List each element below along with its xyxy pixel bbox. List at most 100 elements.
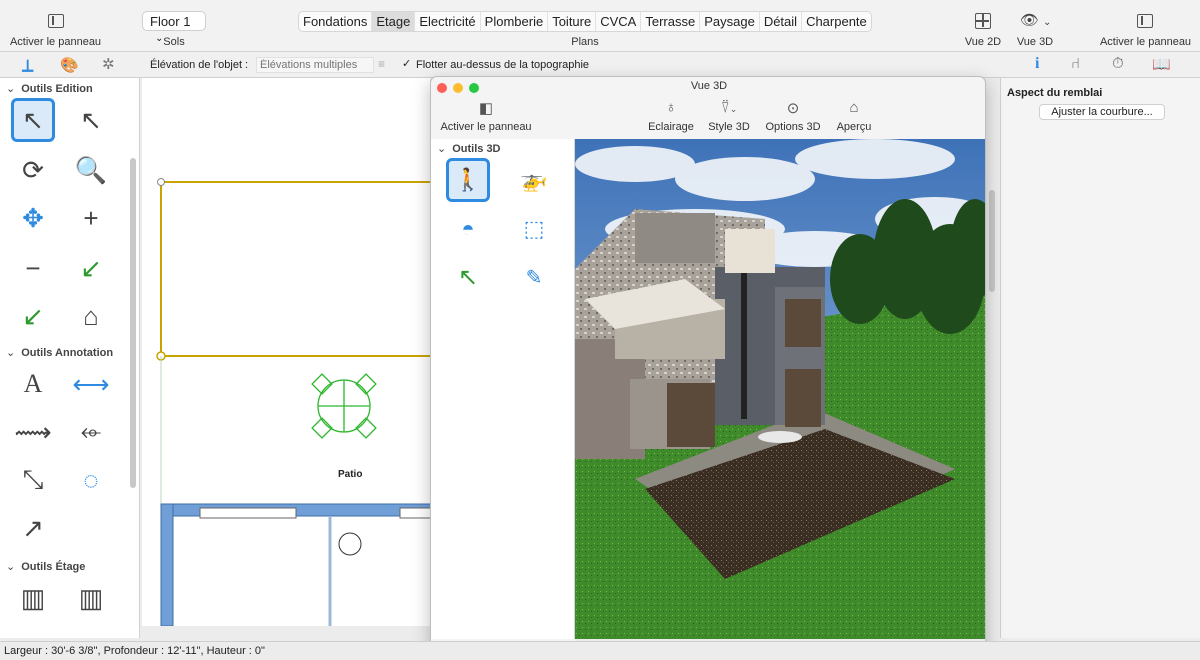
- right-panel-toggle-label[interactable]: Activer le panneau: [1098, 36, 1193, 48]
- move-hand-icon: ✥: [22, 202, 44, 233]
- section-3d-tools[interactable]: Outils 3D: [437, 142, 500, 155]
- arrow-icon: ↖: [22, 104, 44, 135]
- arrow-tool[interactable]: ↗: [11, 506, 55, 550]
- section-annotation-tools[interactable]: Outils Annotation: [6, 346, 113, 359]
- tools-scrollbar[interactable]: [130, 158, 136, 488]
- measure-tool[interactable]: ⤡: [11, 458, 55, 502]
- adjust-curvature-button[interactable]: Ajuster la courbure...: [1039, 104, 1165, 120]
- walker-icon: 🚶: [454, 167, 482, 192]
- bulb-icon: ♁: [665, 99, 677, 116]
- tab-fondations[interactable]: Fondations: [299, 12, 373, 31]
- chair-icon[interactable]: ⑁: [1071, 55, 1080, 72]
- tab-plomberie[interactable]: Plomberie: [481, 12, 549, 31]
- window-panel-label: Activer le panneau: [440, 121, 532, 133]
- dotted-circle-icon: ◌: [83, 464, 99, 495]
- style-3d-button[interactable]: ⍢⌄ Style 3D: [706, 99, 752, 133]
- tab-d-tail[interactable]: Détail: [760, 12, 803, 31]
- select-multi-tool[interactable]: ↖: [69, 98, 113, 142]
- pin-tool-icon[interactable]: ⟂: [22, 56, 33, 76]
- canvas-scrollbar[interactable]: [989, 190, 995, 292]
- floor-map-tool[interactable]: ▥: [11, 576, 55, 620]
- section-floor-tools[interactable]: Outils Étage: [6, 560, 85, 573]
- elevation-label: Élévation de l'objet :: [150, 59, 249, 71]
- view-2d-icon[interactable]: [975, 13, 991, 29]
- circle-dimension-tool[interactable]: ◌: [69, 458, 113, 502]
- right-panel-toggle-icon[interactable]: [1137, 14, 1153, 28]
- tab-cvca[interactable]: CVCA: [596, 12, 642, 31]
- map-icon: ▥: [20, 582, 46, 613]
- annotation-line-tool[interactable]: ⟿: [11, 410, 55, 454]
- left-panel-toggle-label[interactable]: Activer le panneau: [8, 36, 103, 48]
- plan-drawing: [156, 178, 430, 626]
- refresh-icon: ⟳: [22, 154, 44, 185]
- zoom-tool[interactable]: 🔍: [69, 148, 113, 192]
- plan-icon: ⬚: [523, 216, 545, 241]
- tab-toiture[interactable]: Toiture: [548, 12, 597, 31]
- green-arrow-select-icon: ↖: [457, 263, 479, 291]
- dimension-icon: ⟷: [72, 368, 110, 399]
- orbit-tool[interactable]: ◓: [446, 207, 490, 251]
- sidebar-icon: ◧: [478, 100, 494, 117]
- patio-table-symbol: [311, 373, 377, 439]
- tab-charpente[interactable]: Charpente: [802, 12, 871, 31]
- join-tool[interactable]: ↙: [11, 294, 55, 338]
- preview-button[interactable]: ⌂ Aperçu: [834, 99, 874, 133]
- house-tool[interactable]: ⌂: [69, 294, 113, 338]
- options-3d-button[interactable]: ⊙ Options 3D: [764, 99, 822, 133]
- float-checkbox-label[interactable]: Flotter au-dessus de la topographie: [416, 59, 589, 71]
- wall-plan: [160, 503, 430, 626]
- tab-etage[interactable]: Etage: [372, 12, 416, 31]
- annotation-box-tool[interactable]: ⬰: [69, 410, 113, 454]
- timer-icon[interactable]: ⏱: [1112, 55, 1124, 72]
- floor-select[interactable]: Floor 1 ⌄: [142, 11, 206, 44]
- tab-paysage[interactable]: Paysage: [700, 12, 760, 31]
- add-point-tool[interactable]: +: [69, 196, 113, 240]
- book-icon[interactable]: 📖: [1152, 55, 1171, 73]
- floorplan-3d-tool[interactable]: ⬚: [512, 207, 556, 251]
- lighting-button[interactable]: ♁ Eclairage: [646, 99, 696, 133]
- view-3d-label[interactable]: Vue 3D: [1014, 36, 1056, 48]
- tab-terrasse[interactable]: Terrasse: [641, 12, 701, 31]
- render-scene: [575, 139, 985, 639]
- tree-icon[interactable]: ✲: [102, 55, 115, 73]
- dimension-tool[interactable]: ⟷: [69, 362, 113, 406]
- walkthrough-tool[interactable]: 🚶: [446, 158, 490, 202]
- window-3d[interactable]: Vue 3D ◧ Activer le panneau ♁ Eclairage …: [430, 76, 986, 656]
- select-arrow-tool[interactable]: ↖: [11, 98, 55, 142]
- eye-icon[interactable]: 👁 ⌄: [1020, 11, 1051, 29]
- green-arrow-corner-icon: ↙: [22, 300, 44, 331]
- section-edit-tools[interactable]: Outils Edition: [6, 82, 93, 95]
- eyedropper-tool[interactable]: ✎: [512, 255, 556, 299]
- tab-electricit-[interactable]: Electricité: [415, 12, 481, 31]
- rotate-tool[interactable]: ⟳: [11, 148, 55, 192]
- palette-icon[interactable]: 🎨: [60, 56, 79, 74]
- main-toolbar: Activer le panneau Floor 1 ⌄ Sols Fondat…: [0, 0, 1200, 52]
- list-icon[interactable]: ≡: [378, 57, 385, 71]
- diagonal-arrow-icon: ↗: [22, 512, 44, 543]
- window-panel-button[interactable]: ◧ Activer le panneau: [439, 99, 533, 133]
- info-icon[interactable]: i: [1035, 55, 1039, 73]
- plan-canvas[interactable]: Patio: [142, 78, 430, 626]
- plus-dot-icon: +: [83, 202, 99, 233]
- window-title: Vue 3D: [690, 80, 728, 92]
- floor-select-value: Floor 1: [150, 14, 191, 29]
- eyedropper-icon: ✎: [525, 266, 543, 289]
- floor-map-add-tool[interactable]: ▥: [69, 576, 113, 620]
- minus-dot-icon: −: [25, 252, 41, 283]
- pan-tool[interactable]: ✥: [11, 196, 55, 240]
- render-viewport[interactable]: [575, 139, 985, 639]
- checkmark-icon[interactable]: ✓: [402, 57, 411, 70]
- tools-panel: Outils Edition ↖ ↖ ⟳ 🔍 ✥ + − ↙ ↙ ⌂ Outil…: [0, 78, 140, 638]
- left-panel-toggle-icon[interactable]: [48, 14, 64, 28]
- select-3d-tool[interactable]: ↖: [446, 255, 490, 299]
- view-2d-label[interactable]: Vue 2D: [962, 36, 1004, 48]
- remove-point-tool[interactable]: −: [11, 246, 55, 290]
- elevation-input[interactable]: [256, 57, 374, 73]
- home-icon: ⌂: [849, 99, 859, 116]
- break-line-tool[interactable]: ↙: [69, 246, 113, 290]
- plans-caption: Plans: [571, 36, 599, 48]
- flyover-tool[interactable]: 🚁: [512, 158, 556, 202]
- lighting-label: Eclairage: [648, 121, 694, 133]
- text-tool[interactable]: A: [11, 362, 55, 406]
- helicopter-icon: 🚁: [520, 167, 548, 192]
